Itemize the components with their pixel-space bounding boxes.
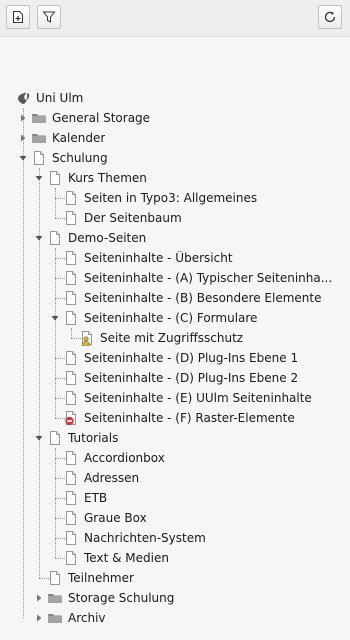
tree-node-label: Der Seitenbaum (84, 211, 182, 225)
tree-node-seiten-in-typo3[interactable]: Seiten in Typo3: Allgemeines (0, 188, 350, 208)
tree-node-demo-seiten[interactable]: Demo-Seiten (0, 228, 350, 248)
page-icon (63, 530, 79, 546)
tree-node-archiv[interactable]: Archiv (0, 608, 350, 628)
new-page-button[interactable] (6, 5, 30, 29)
page-icon (31, 150, 47, 166)
filter-icon (42, 11, 56, 23)
tree-node-si-f[interactable]: Seiteninhalte - (F) Raster-Elemente (0, 408, 350, 428)
tree-node-general-storage[interactable]: General Storage (0, 108, 350, 128)
tree-node-label: Graue Box (84, 511, 147, 525)
collapse-arrow-icon[interactable] (18, 153, 28, 163)
expand-arrow-icon[interactable] (34, 593, 44, 603)
tree-node-si-a[interactable]: Seiteninhalte - (A) Typischer Seiteninha… (0, 268, 350, 288)
new-page-icon (13, 11, 23, 23)
tree-node-si-c[interactable]: Seiteninhalte - (C) Formulare (0, 308, 350, 328)
tree-node-label: Uni Ulm (36, 91, 84, 105)
tree-node-label: Seiteninhalte - (F) Raster-Elemente (84, 411, 295, 425)
folder-icon (47, 590, 63, 606)
tree-node-label: Seite mit Zugriffsschutz (100, 331, 244, 345)
tree-node-label: Schulung (52, 151, 108, 165)
hidden-page-icon (65, 411, 76, 426)
tree-node-accordionbox[interactable]: Accordionbox (0, 448, 350, 468)
collapse-arrow-icon[interactable] (34, 433, 44, 443)
tree-node-kurs-themen[interactable]: Kurs Themen (0, 168, 350, 188)
collapse-arrow-icon[interactable] (50, 313, 60, 323)
tree-node-label: Seiteninhalte - (B) Besondere Elemente (84, 291, 322, 305)
tree-node-label: Kurs Themen (68, 171, 147, 185)
page-icon (47, 430, 63, 446)
refresh-button[interactable] (318, 5, 342, 29)
folder-icon (31, 110, 47, 126)
tree-node-label: Nachrichten-System (84, 531, 206, 545)
tree-node-label: Seiteninhalte - (D) Plug-Ins Ebene 1 (84, 351, 299, 365)
tree-node-label: Archiv (68, 611, 106, 625)
tree-node-label: Tutorials (68, 431, 119, 445)
page-icon (63, 470, 79, 486)
typo3-logo-icon (18, 93, 30, 104)
folder-icon (31, 130, 47, 146)
tree-node-uni-ulm[interactable]: Uni Ulm (0, 88, 350, 108)
tree-node-adressen[interactable]: Adressen (0, 468, 350, 488)
tree-node-label: ETB (84, 491, 108, 505)
tree-node-storage-schulung[interactable]: Storage Schulung (0, 588, 350, 608)
collapse-arrow-icon[interactable] (34, 173, 44, 183)
tree-node-label: Seiteninhalte - (D) Plug-Ins Ebene 2 (84, 371, 299, 385)
folder-icon (47, 610, 63, 626)
tree-node-kalender[interactable]: Kalender (0, 128, 350, 148)
page-icon (47, 230, 63, 246)
page-icon (63, 370, 79, 386)
tree-node-graue-box[interactable]: Graue Box (0, 508, 350, 528)
page-icon (63, 510, 79, 526)
tree-node-zugriffsschutz[interactable]: Seite mit Zugriffsschutz (0, 328, 350, 348)
tree-node-label: Seiten in Typo3: Allgemeines (84, 191, 258, 205)
tree-node-label: Seiteninhalte - (C) Formulare (84, 311, 258, 325)
tree-node-label: Seiteninhalte - (A) Typischer Seiteninha… (84, 271, 333, 285)
page-icon (63, 210, 79, 226)
filter-button[interactable] (37, 5, 61, 29)
expand-arrow-icon[interactable] (34, 613, 44, 623)
page-icon (63, 450, 79, 466)
collapse-arrow-icon[interactable] (34, 233, 44, 243)
protected-page-icon (81, 331, 92, 346)
page-icon (63, 190, 79, 206)
tree-node-label: Text & Medien (84, 551, 169, 565)
tree-node-si-d1[interactable]: Seiteninhalte - (D) Plug-Ins Ebene 1 (0, 348, 350, 368)
tree-node-label: Demo-Seiten (68, 231, 147, 245)
page-icon (47, 570, 63, 586)
expand-arrow-icon[interactable] (18, 113, 28, 123)
page-icon (63, 310, 79, 326)
page-icon (63, 490, 79, 506)
expand-arrow-icon[interactable] (18, 133, 28, 143)
page-icon (63, 250, 79, 266)
page-icon (63, 350, 79, 366)
page-icon (63, 390, 79, 406)
tree-node-label: Adressen (84, 471, 140, 485)
page-icon (63, 270, 79, 286)
tree-node-label: Accordionbox (84, 451, 165, 465)
tree-node-etb[interactable]: ETB (0, 488, 350, 508)
page-icon (47, 170, 63, 186)
tree-node-label: Seiteninhalte - Übersicht (84, 251, 233, 265)
tree-node-text-medien[interactable]: Text & Medien (0, 548, 350, 568)
page-tree-toolbar (0, 0, 350, 37)
tree-node-si-b[interactable]: Seiteninhalte - (B) Besondere Elemente (0, 288, 350, 308)
tree-node-nachrichten-system[interactable]: Nachrichten-System (0, 528, 350, 548)
tree-node-tutorials[interactable]: Tutorials (0, 428, 350, 448)
refresh-icon (324, 11, 336, 23)
tree-node-label: General Storage (52, 111, 151, 125)
tree-node-label: Kalender (52, 131, 106, 145)
tree-node-si-e[interactable]: Seiteninhalte - (E) UUlm Seiteninhalte (0, 388, 350, 408)
page-icon (63, 550, 79, 566)
tree-node-si-uebersicht[interactable]: Seiteninhalte - Übersicht (0, 248, 350, 268)
tree-node-schulung[interactable]: Schulung (0, 148, 350, 168)
tree-node-label: Storage Schulung (68, 591, 175, 605)
page-icon (63, 290, 79, 306)
tree-node-si-d2[interactable]: Seiteninhalte - (D) Plug-Ins Ebene 2 (0, 368, 350, 388)
tree-node-label: Seiteninhalte - (E) UUlm Seiteninhalte (84, 391, 312, 405)
tree-node-der-seitenbaum[interactable]: Der Seitenbaum (0, 208, 350, 228)
tree-node-label: Teilnehmer (68, 571, 134, 585)
tree-node-teilnehmer[interactable]: Teilnehmer (0, 568, 350, 588)
